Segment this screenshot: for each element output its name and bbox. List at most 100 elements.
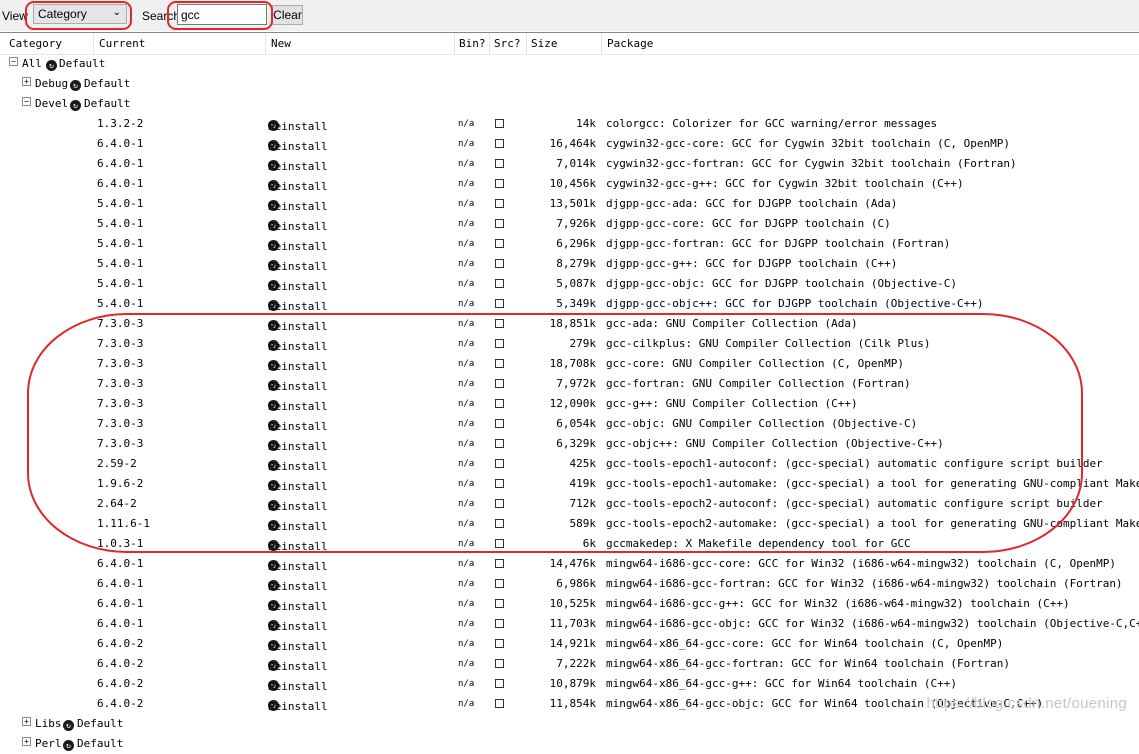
src-checkbox[interactable] (495, 419, 504, 428)
src-checkbox[interactable] (495, 659, 504, 668)
column-header-bin[interactable]: Bin? (459, 37, 486, 50)
column-header-new[interactable]: New (271, 37, 291, 50)
expand-icon[interactable]: + (22, 737, 31, 746)
category-label: All (22, 57, 42, 70)
install-mode-label[interactable]: Default (77, 717, 123, 730)
collapse-icon[interactable]: − (9, 57, 18, 66)
src-checkbox[interactable] (495, 359, 504, 368)
column-header-current[interactable]: Current (99, 37, 145, 50)
package-row[interactable]: 5.4.0-1 ↻ Reinstall n/a 5,349k djgpp-gcc-objc… (0, 294, 1139, 314)
package-row[interactable]: 2.59-2 ↻ Reinstall n/a 425k gcc-tools-epoch1-… (0, 454, 1139, 474)
bin-status: n/a (458, 339, 475, 349)
new-action-label: Reinstall (268, 380, 328, 393)
tree-node-perl[interactable]: + Perl ↻ Default (0, 734, 1139, 754)
install-mode-label[interactable]: Default (77, 737, 123, 750)
expand-icon[interactable]: + (22, 717, 31, 726)
package-row[interactable]: 6.4.0-2 ↻ Reinstall n/a 14,921k mingw64-x86_6… (0, 634, 1139, 654)
src-checkbox[interactable] (495, 219, 504, 228)
package-row[interactable]: 5.4.0-1 ↻ Reinstall n/a 7,926k djgpp-gcc-core… (0, 214, 1139, 234)
src-checkbox[interactable] (495, 599, 504, 608)
package-row[interactable]: 6.4.0-2 ↻ Reinstall n/a 10,879k mingw64-x86_6… (0, 674, 1139, 694)
src-checkbox[interactable] (495, 239, 504, 248)
src-checkbox[interactable] (495, 259, 504, 268)
column-header-size[interactable]: Size (531, 37, 558, 50)
src-checkbox[interactable] (495, 179, 504, 188)
package-size: 279k (569, 337, 597, 350)
src-checkbox[interactable] (495, 119, 504, 128)
package-row[interactable]: 1.11.6-1 ↻ Reinstall n/a 589k gcc-tools-epoch… (0, 514, 1139, 534)
src-checkbox[interactable] (495, 579, 504, 588)
package-row[interactable]: 5.4.0-1 ↻ Reinstall n/a 5,087k djgpp-gcc-objc… (0, 274, 1139, 294)
install-mode-label[interactable]: Default (59, 57, 105, 70)
package-row[interactable]: 7.3.0-3 ↻ Reinstall n/a 7,972k gcc-fortran: G… (0, 374, 1139, 394)
package-row[interactable]: 5.4.0-1 ↻ Reinstall n/a 8,279k djgpp-gcc-g++:… (0, 254, 1139, 274)
src-checkbox[interactable] (495, 639, 504, 648)
new-action-label: Reinstall (268, 620, 328, 633)
src-checkbox[interactable] (495, 299, 504, 308)
src-checkbox[interactable] (495, 459, 504, 468)
package-row[interactable]: 6.4.0-1 ↻ Reinstall n/a 7,014k cygwin32-gcc-f… (0, 154, 1139, 174)
package-description: djgpp-gcc-fortran: GCC for DJGPP toolcha… (606, 237, 951, 250)
package-row[interactable]: 6.4.0-1 ↻ Reinstall n/a 10,525k mingw64-i686-… (0, 594, 1139, 614)
bin-status: n/a (458, 459, 475, 469)
column-header-src[interactable]: Src? (494, 37, 521, 50)
column-header-package[interactable]: Package (607, 37, 653, 50)
src-checkbox[interactable] (495, 479, 504, 488)
src-checkbox[interactable] (495, 559, 504, 568)
package-row[interactable]: 1.3.2-2 ↻ Reinstall n/a 14k colorgcc: Coloriz… (0, 114, 1139, 134)
src-checkbox[interactable] (495, 439, 504, 448)
src-checkbox[interactable] (495, 539, 504, 548)
tree-node-debug[interactable]: + Debug ↻ Default (0, 74, 1139, 94)
package-row[interactable]: 6.4.0-1 ↻ Reinstall n/a 10,456k cygwin32-gcc-… (0, 174, 1139, 194)
column-header-category[interactable]: Category (9, 37, 62, 50)
src-checkbox[interactable] (495, 379, 504, 388)
package-size: 14k (576, 117, 596, 130)
src-checkbox[interactable] (495, 339, 504, 348)
src-checkbox[interactable] (495, 699, 504, 708)
tree-node-libs[interactable]: + Libs ↻ Default (0, 714, 1139, 734)
collapse-icon[interactable]: − (22, 97, 31, 106)
expand-icon[interactable]: + (22, 77, 31, 86)
package-row[interactable]: 5.4.0-1 ↻ Reinstall n/a 6,296k djgpp-gcc-fort… (0, 234, 1139, 254)
tree-node-devel[interactable]: − Devel ↻ Default (0, 94, 1139, 114)
new-action-label: Reinstall (268, 340, 328, 353)
package-row[interactable]: 7.3.0-3 ↻ Reinstall n/a 12,090k gcc-g++: GNU … (0, 394, 1139, 414)
src-checkbox[interactable] (495, 619, 504, 628)
src-checkbox[interactable] (495, 139, 504, 148)
install-mode-label[interactable]: Default (84, 97, 130, 110)
current-version: 1.9.6-2 (97, 477, 144, 490)
package-size: 5,349k (556, 297, 596, 310)
package-row[interactable]: 6.4.0-2 ↻ Reinstall n/a 7,222k mingw64-x86_64… (0, 654, 1139, 674)
package-row[interactable]: 5.4.0-1 ↻ Reinstall n/a 13,501k djgpp-gcc-ada… (0, 194, 1139, 214)
package-row[interactable]: 7.3.0-3 ↻ Reinstall n/a 279k gcc-cilkplus: GN… (0, 334, 1139, 354)
src-checkbox[interactable] (495, 519, 504, 528)
package-row[interactable]: 1.0.3-1 ↻ Reinstall n/a 6k gccmakedep: X Make… (0, 534, 1139, 554)
install-mode-label[interactable]: Default (84, 77, 130, 90)
package-row[interactable]: 6.4.0-1 ↻ Reinstall n/a 6,986k mingw64-i686-g… (0, 574, 1139, 594)
package-row[interactable]: 1.9.6-2 ↻ Reinstall n/a 419k gcc-tools-epoch1… (0, 474, 1139, 494)
src-checkbox[interactable] (495, 199, 504, 208)
package-row[interactable]: 7.3.0-3 ↻ Reinstall n/a 18,708k gcc-core: GNU… (0, 354, 1139, 374)
package-row[interactable]: 6.4.0-1 ↻ Reinstall n/a 11,703k mingw64-i686-… (0, 614, 1139, 634)
package-row[interactable]: 7.3.0-3 ↻ Reinstall n/a 6,054k gcc-objc: GNU … (0, 414, 1139, 434)
search-input[interactable] (177, 4, 267, 25)
src-checkbox[interactable] (495, 399, 504, 408)
src-checkbox[interactable] (495, 159, 504, 168)
current-version: 1.0.3-1 (97, 537, 144, 550)
toolbar: View Category ⌄ Search Clear (0, 0, 1139, 31)
package-list[interactable]: Category Current New Bin? Src? Size Pack… (0, 32, 1139, 753)
package-row[interactable]: 6.4.0-1 ↻ Reinstall n/a 16,464k cygwin32-gcc-… (0, 134, 1139, 154)
current-version: 5.4.0-1 (97, 257, 144, 270)
current-version: 6.4.0-1 (97, 137, 144, 150)
src-checkbox[interactable] (495, 679, 504, 688)
tree-node-all[interactable]: − All ↻ Default (0, 54, 1139, 74)
src-checkbox[interactable] (495, 279, 504, 288)
package-row[interactable]: 7.3.0-3 ↻ Reinstall n/a 18,851k gcc-ada: GNU … (0, 314, 1139, 334)
package-row[interactable]: 6.4.0-1 ↻ Reinstall n/a 14,476k mingw64-i686-… (0, 554, 1139, 574)
package-row[interactable]: 7.3.0-3 ↻ Reinstall n/a 6,329k gcc-objc++: GN… (0, 434, 1139, 454)
src-checkbox[interactable] (495, 319, 504, 328)
clear-button[interactable]: Clear (272, 5, 303, 25)
view-select[interactable]: Category ⌄ (33, 4, 127, 24)
package-row[interactable]: 2.64-2 ↻ Reinstall n/a 712k gcc-tools-epoch2-… (0, 494, 1139, 514)
src-checkbox[interactable] (495, 499, 504, 508)
